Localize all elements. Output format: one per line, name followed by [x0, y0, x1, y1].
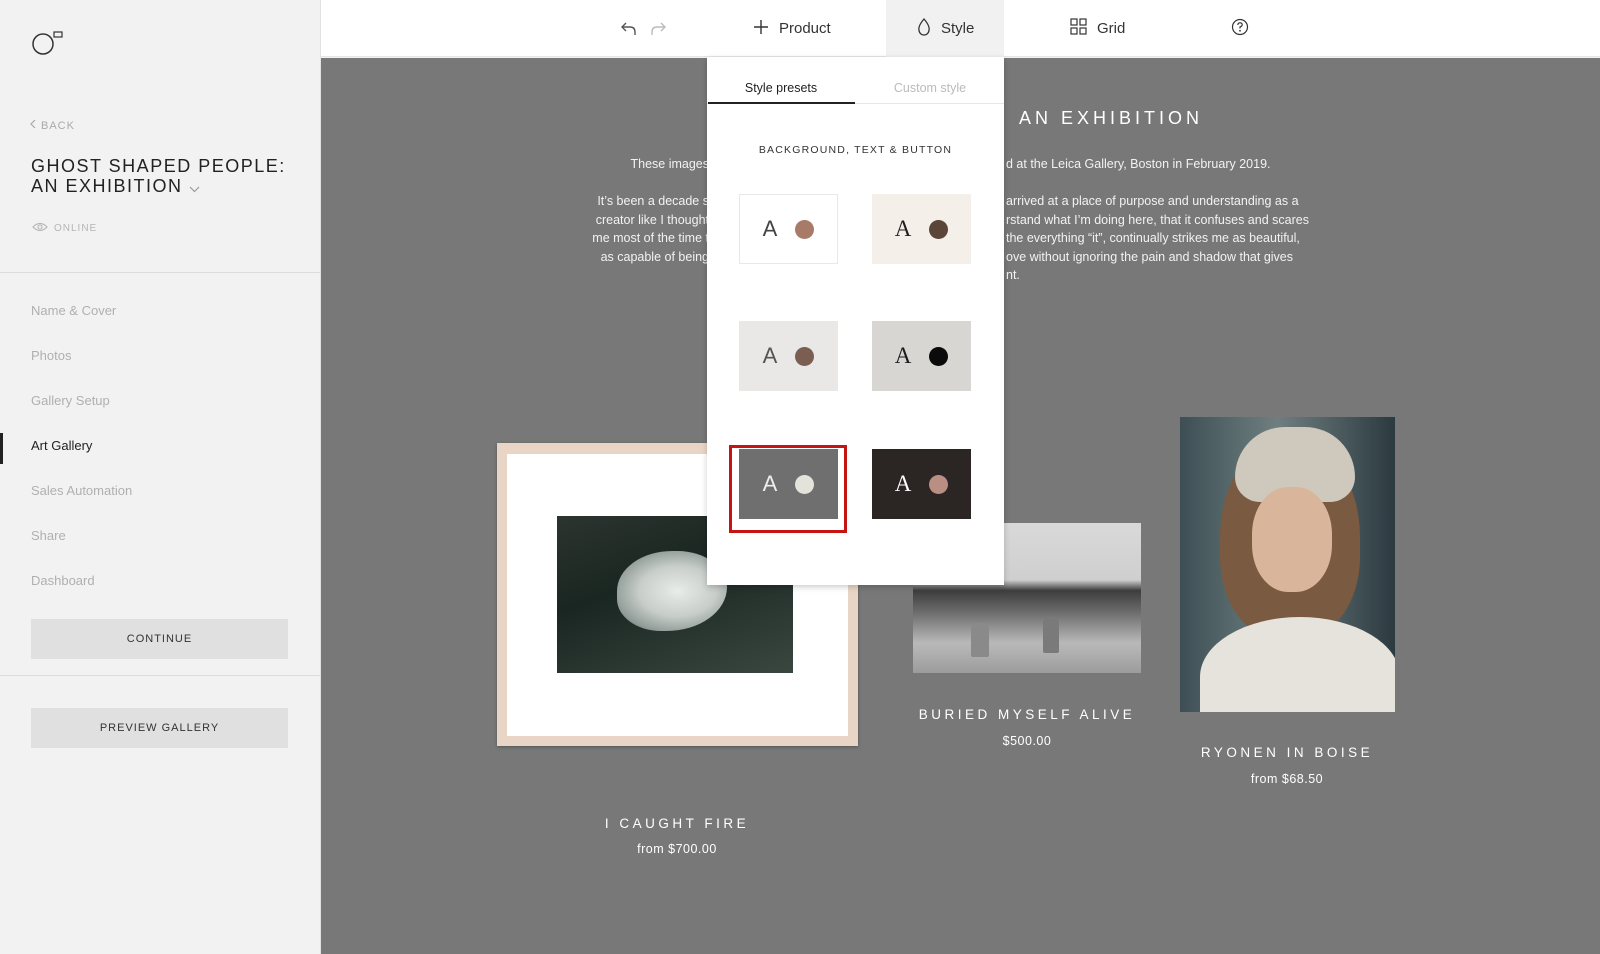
undo-icon[interactable] — [619, 18, 639, 38]
style-preset[interactable]: A — [872, 449, 971, 519]
preset-button-dot — [795, 346, 815, 366]
sidebar-item-label: Name & Cover — [31, 303, 117, 318]
selected-preset-highlight — [729, 445, 847, 533]
preset-button-dot — [929, 346, 949, 366]
divider — [0, 272, 321, 273]
section-label: BACKGROUND, TEXT & BUTTON — [758, 144, 953, 156]
product-price: from $68.50 — [1250, 772, 1324, 786]
sidebar-nav: Name & Cover Photos Gallery Setup Art Ga… — [0, 288, 321, 603]
sidebar-item-label: Photos — [31, 348, 72, 363]
preview-gallery-button[interactable]: PREVIEW GALLERY — [31, 708, 288, 748]
product-button[interactable]: Product — [753, 0, 831, 57]
preset-letter: A — [762, 216, 778, 241]
style-preset[interactable]: A — [872, 321, 971, 391]
chevron-left-icon — [30, 119, 36, 132]
preset-letter: A — [894, 216, 912, 241]
style-preset[interactable]: A — [739, 194, 838, 264]
back-label: BACK — [41, 119, 75, 132]
tab-custom-style[interactable]: Custom style — [856, 81, 1004, 95]
product-price: from $700.00 — [637, 842, 717, 856]
desc-line: me most of the time t — [592, 231, 709, 245]
product-image[interactable] — [1180, 417, 1395, 712]
help-icon[interactable] — [1231, 18, 1251, 38]
sidebar-item-gallery-setup[interactable]: Gallery Setup — [0, 378, 321, 423]
sidebar-item-label: Gallery Setup — [31, 393, 110, 408]
gallery-title[interactable]: GHOST SHAPED PEOPLE: AN EXHIBITION — [31, 156, 301, 197]
grid-button[interactable]: Grid — [1070, 0, 1125, 57]
sidebar-item-dashboard[interactable]: Dashboard — [0, 558, 321, 603]
preset-letter: A — [894, 471, 912, 496]
image-detail — [1200, 617, 1395, 712]
droplet-icon — [917, 17, 931, 40]
plus-icon — [753, 19, 769, 39]
tab-style-presets[interactable]: Style presets — [707, 81, 855, 95]
eye-icon — [32, 222, 48, 235]
desc-line: creator like I thought — [595, 212, 709, 227]
product-label: Product — [779, 20, 831, 37]
preset-button-dot — [929, 219, 949, 239]
sidebar-item-sales-automation[interactable]: Sales Automation — [0, 468, 321, 513]
product-title[interactable]: BURIED MYSELF ALIVE — [877, 707, 1177, 722]
desc-line: These images — [630, 157, 709, 171]
description-right: d at the Leica Gallery, Boston in Februa… — [1006, 155, 1366, 285]
image-detail — [971, 623, 989, 657]
style-panel: Style presets Custom style BACKGROUND, T… — [707, 57, 1004, 585]
gallery-title-text: GHOST SHAPED PEOPLE: AN EXHIBITION — [31, 156, 286, 196]
desc-line: It’s been a decade s — [597, 194, 709, 208]
preset-button-dot — [795, 219, 815, 239]
desc-line: d at the Leica Gallery, Boston in Februa… — [1006, 157, 1271, 171]
grid-label: Grid — [1097, 20, 1126, 37]
product-title[interactable]: RYONEN IN BOISE — [1137, 745, 1437, 760]
sidebar-item-label: Dashboard — [31, 573, 95, 588]
status-badge: ONLINE — [32, 222, 97, 235]
status-label: ONLINE — [54, 223, 98, 234]
preset-letter: A — [894, 343, 912, 368]
chevron-down-icon[interactable] — [189, 177, 200, 197]
image-detail — [1043, 617, 1059, 653]
preview-gallery-label: PREVIEW GALLERY — [99, 722, 220, 734]
brand-logo-icon[interactable] — [32, 30, 64, 56]
desc-line: rstand what I’m doing here, that it conf… — [1006, 212, 1309, 227]
sidebar-item-art-gallery[interactable]: Art Gallery — [0, 423, 321, 468]
preset-button-dot — [929, 474, 949, 494]
product-price: $500.00 — [1002, 734, 1052, 748]
desc-line: the everything “it”, continually strikes… — [1006, 231, 1300, 245]
sidebar-item-label: Art Gallery — [31, 438, 93, 453]
desc-line: nt. — [1006, 268, 1020, 282]
sidebar-item-photos[interactable]: Photos — [0, 333, 321, 378]
product-title[interactable]: I CAUGHT FIRE — [527, 816, 827, 831]
preset-letter: A — [762, 343, 778, 368]
exhibition-title: AN EXHIBITION — [1019, 108, 1204, 128]
image-detail — [1252, 487, 1332, 592]
style-label: Style — [941, 20, 975, 37]
sidebar-item-name-cover[interactable]: Name & Cover — [0, 288, 321, 333]
style-button[interactable]: Style — [886, 0, 1004, 57]
sidebar-item-label: Share — [31, 528, 66, 543]
description-left: These images It’s been a decade s creato… — [592, 155, 709, 266]
top-toolbar: Product Style Grid — [321, 0, 1600, 57]
grid-icon — [1070, 18, 1087, 39]
style-preset[interactable]: A — [872, 194, 971, 264]
divider — [0, 675, 321, 676]
redo-icon[interactable] — [648, 18, 668, 38]
desc-line: as capable of being — [600, 249, 709, 264]
back-link[interactable]: BACK — [30, 119, 75, 132]
sidebar-item-label: Sales Automation — [31, 483, 133, 498]
sidebar-item-share[interactable]: Share — [0, 513, 321, 558]
desc-line: ove without ignoring the pain and shadow… — [1006, 249, 1293, 264]
continue-button[interactable]: CONTINUE — [31, 619, 288, 659]
continue-label: CONTINUE — [126, 633, 193, 645]
style-tabs: Style presets Custom style — [707, 57, 1004, 104]
active-tab-indicator — [708, 102, 855, 104]
desc-line: arrived at a place of purpose and unders… — [1006, 194, 1299, 208]
sidebar: BACK GHOST SHAPED PEOPLE: AN EXHIBITION … — [0, 0, 321, 954]
style-preset[interactable]: A — [739, 321, 838, 391]
